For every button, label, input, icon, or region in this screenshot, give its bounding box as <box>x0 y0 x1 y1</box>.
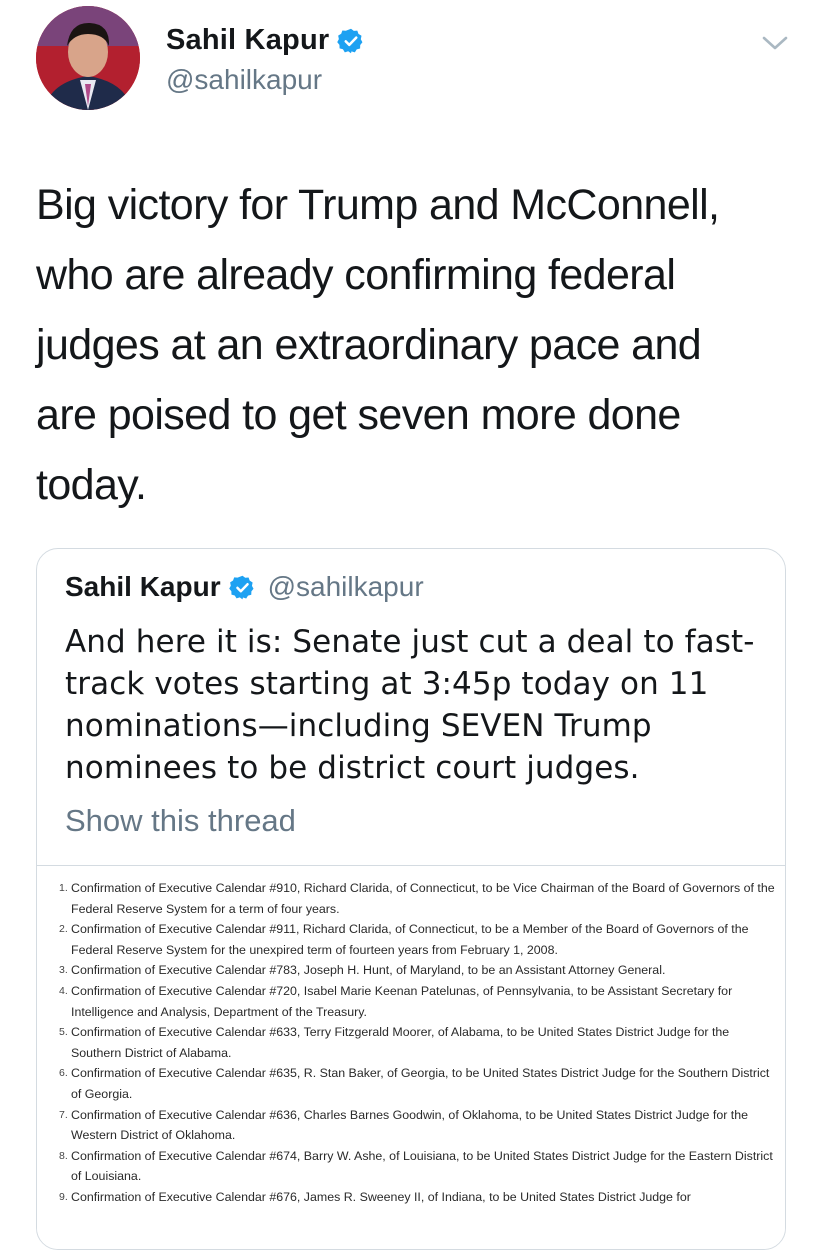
list-item: 9. Confirmation of Executive Calendar #67… <box>59 1187 775 1208</box>
list-item-text: Confirmation of Executive Calendar #911,… <box>71 922 749 957</box>
list-number: 2. <box>59 923 68 936</box>
show-thread-link[interactable]: Show this thread <box>65 803 296 839</box>
list-item-text: Confirmation of Executive Calendar #674,… <box>71 1148 773 1184</box>
list-number: 5. <box>59 1026 68 1039</box>
list-item-text: Confirmation of Executive Calendar #635,… <box>71 1066 770 1101</box>
quoted-tweet[interactable]: Sahil Kapur @sahilkapur And here it is: … <box>36 548 786 1250</box>
verified-badge-icon <box>337 27 365 55</box>
list-item: 4. Confirmation of Executive Calendar #72… <box>59 981 775 1022</box>
list-item: 2. Confirmation of Executive Calendar #91… <box>59 919 775 960</box>
list-number: 9. <box>59 1190 68 1203</box>
list-number: 1. <box>59 882 68 894</box>
list-number: 6. <box>59 1067 68 1080</box>
author-handle[interactable]: @sahilkapur <box>166 64 322 96</box>
verified-badge-icon <box>228 574 256 601</box>
list-item: 5. Confirmation of Executive Calendar #63… <box>59 1022 775 1063</box>
list-item: 7. Confirmation of Executive Calendar #63… <box>59 1105 775 1146</box>
list-item-text: Confirmation of Executive Calendar #720,… <box>71 983 733 1019</box>
list-item-text: Confirmation of Executive Calendar #910,… <box>71 881 775 916</box>
document-image[interactable]: 1. Confirmation of Executive Calendar #91… <box>37 865 785 1249</box>
list-number: 4. <box>59 984 68 997</box>
list-item: 3. Confirmation of Executive Calendar #78… <box>59 960 775 981</box>
tweet-text: Big victory for Trump and McConnell, who… <box>36 181 720 509</box>
quoted-author-row: Sahil Kapur @sahilkapur <box>65 571 424 603</box>
list-number: 8. <box>59 1149 68 1162</box>
list-item-text: Confirmation of Executive Calendar #636,… <box>71 1107 749 1143</box>
quoted-author-name: Sahil Kapur <box>65 571 221 602</box>
chevron-down-icon[interactable] <box>760 32 790 54</box>
author-row: Sahil Kapur <box>166 24 365 57</box>
list-item: 1. Confirmation of Executive Calendar #91… <box>59 878 775 919</box>
list-item: 6. Confirmation of Executive Calendar #63… <box>59 1063 775 1104</box>
quoted-tweet-text: And here it is: Senate just cut a deal t… <box>65 624 755 786</box>
quoted-author-handle: @sahilkapur <box>267 571 424 602</box>
author-name[interactable]: Sahil Kapur <box>166 24 329 57</box>
avatar[interactable] <box>36 6 140 110</box>
list-item-text: Confirmation of Executive Calendar #633,… <box>71 1025 730 1060</box>
nomination-list: 1. Confirmation of Executive Calendar #91… <box>59 878 775 1208</box>
list-item: 8. Confirmation of Executive Calendar #67… <box>59 1146 775 1187</box>
tweet-header: Sahil Kapur @sahilkapur <box>0 0 820 140</box>
list-item-text: Confirmation of Executive Calendar #783,… <box>71 963 666 978</box>
list-number: 3. <box>59 964 68 977</box>
list-number: 7. <box>59 1108 68 1121</box>
list-item-text: Confirmation of Executive Calendar #676,… <box>71 1189 691 1204</box>
